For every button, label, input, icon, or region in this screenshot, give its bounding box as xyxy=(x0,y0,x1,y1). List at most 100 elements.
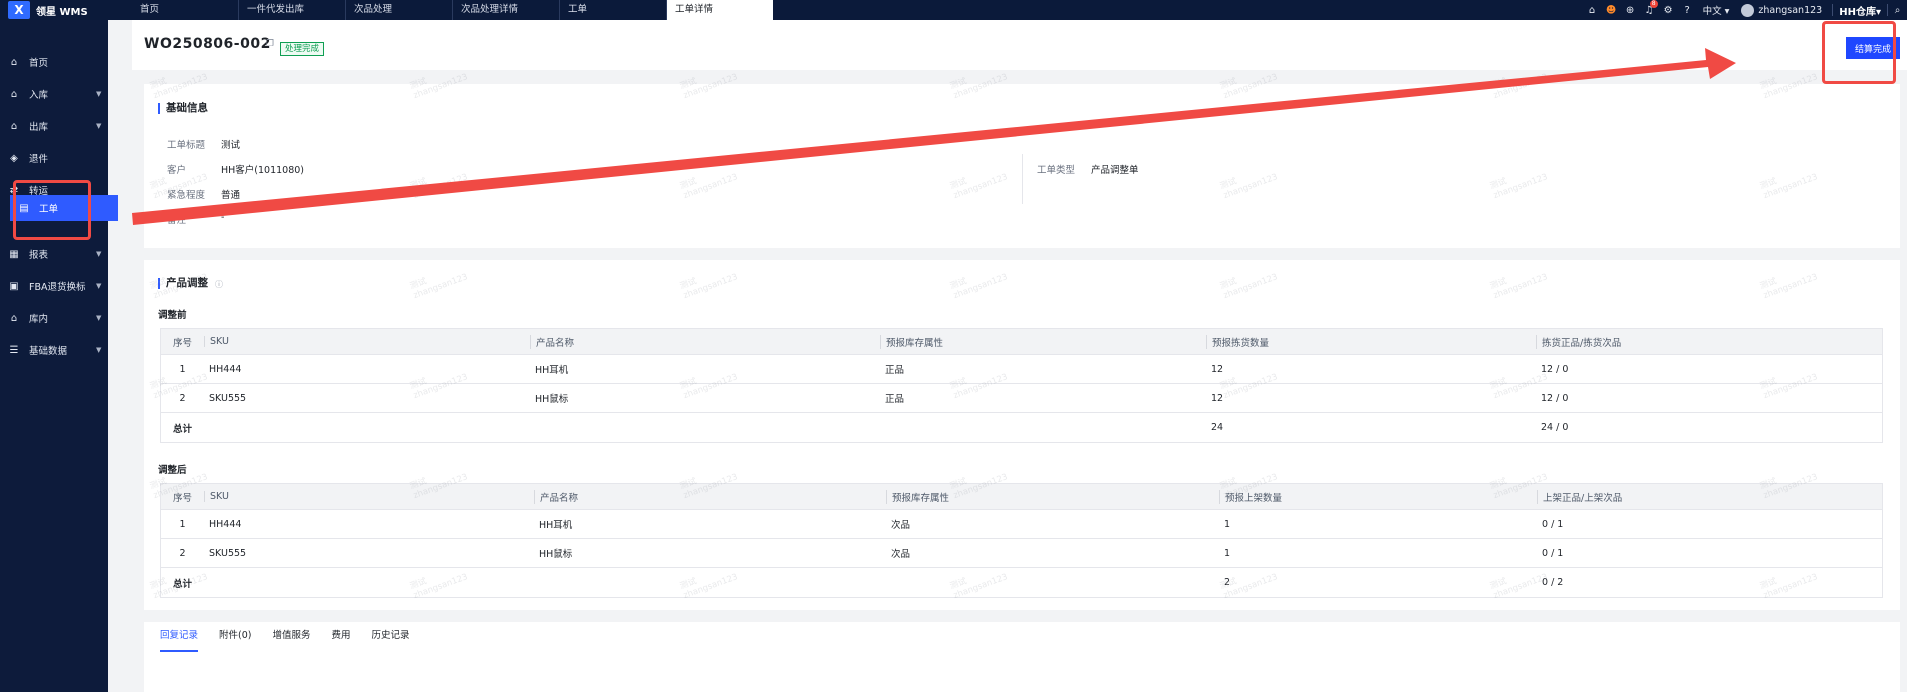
sidebar-item-label: 首页 xyxy=(29,58,49,69)
chevron-down-icon: ▼ xyxy=(96,122,102,130)
sidebar-item-label: 退件 xyxy=(29,154,49,165)
table-cell: 1 xyxy=(179,363,186,375)
tab-defect-detail[interactable]: 次品处理详情 xyxy=(453,0,560,20)
table-cell: SKU555 xyxy=(209,547,247,559)
sidebar-item-inbound[interactable]: ⌂ 入库 ▼ xyxy=(0,81,110,107)
sidebar-item-inventory[interactable]: ⌂ 库内 ▼ xyxy=(0,305,110,331)
tab-reply-records[interactable]: 回复记录 xyxy=(160,628,199,652)
table-cell: 1 xyxy=(1224,518,1231,530)
column-header: 上架正品/上架次品 xyxy=(1537,489,1877,504)
table-cell: 次品 xyxy=(891,549,911,560)
table-header: 序号 SKU 产品名称 预报库存属性 预报拣货数量 拣货正品/拣货次品 xyxy=(161,329,1882,355)
status-badge: 处理完成 xyxy=(280,42,325,56)
bell-icon[interactable]: ♫ 8 xyxy=(1640,0,1659,20)
table-cell: 2 xyxy=(1224,577,1231,588)
tab-defect-handling[interactable]: 次品处理 xyxy=(346,0,453,20)
app-name: 领星 WMS xyxy=(36,6,88,18)
inbound-icon: ⌂ xyxy=(10,88,18,100)
app-logo[interactable]: X 领星 WMS xyxy=(8,0,88,20)
table-cell: 24 / 0 xyxy=(1541,422,1569,433)
sidebar-item-returns[interactable]: ◈ 退件 xyxy=(0,145,110,171)
logo-icon: X xyxy=(8,1,30,19)
chevron-down-icon: ▼ xyxy=(96,314,102,322)
highlight-box-button xyxy=(1822,21,1896,84)
field-value: HH客户(1011080) xyxy=(221,165,305,176)
column-header: 预报拣货数量 xyxy=(1206,334,1536,349)
column-header: SKU xyxy=(204,491,534,502)
home-icon: ⌂ xyxy=(10,56,18,68)
field-label: 客户 xyxy=(167,165,187,176)
column-header: 序号 xyxy=(172,492,192,504)
table-cell: 12 / 0 xyxy=(1541,392,1569,404)
sub-title-after: 调整后 xyxy=(158,465,187,476)
column-header: 产品名称 xyxy=(530,334,880,349)
table-cell: 0 / 2 xyxy=(1542,577,1564,588)
sidebar-item-label: 基础数据 xyxy=(29,346,68,357)
language-select[interactable]: 中文 ▾ xyxy=(1697,3,1736,17)
tab-history[interactable]: 历史记录 xyxy=(372,628,410,652)
column-header: SKU xyxy=(204,336,530,347)
settings-icon[interactable]: ⚙ xyxy=(1659,0,1678,20)
sidebar-item-outbound[interactable]: ⌂ 出库 ▼ xyxy=(0,113,110,139)
warehouse-select[interactable]: HH仓库▾ xyxy=(1833,3,1887,18)
user-menu[interactable]: zhangsan123 xyxy=(1735,3,1832,17)
column-header: 拣货正品/拣货次品 xyxy=(1536,334,1876,349)
sidebar: ⌂ 首页 ⌂ 入库 ▼ ⌂ 出库 ▼ ◈ 退件 ⇄ 转运 ▤ 工单 ▦ 报表 ▼ ▣ FBA退货换标 ▼… xyxy=(0,20,118,692)
table-cell: 总计 xyxy=(172,578,192,590)
search-icon[interactable]: ⌕ xyxy=(1888,0,1907,20)
sidebar-item-reports[interactable]: ▦ 报表 ▼ xyxy=(0,241,110,267)
field-label: 紧急程度 xyxy=(167,190,206,201)
top-bar: X 领星 WMS 首页 一件代发出库 次品处理 次品处理详情 工单 工单详情 ⌂… xyxy=(0,0,1907,20)
notification-badge: 8 xyxy=(1649,0,1658,8)
download-icon[interactable]: ⊕ xyxy=(1621,0,1640,20)
sidebar-item-label: FBA退货换标 xyxy=(29,282,86,293)
table-cell: HH耳机 xyxy=(539,520,573,531)
before-table: 序号 SKU 产品名称 预报库存属性 预报拣货数量 拣货正品/拣货次品 1 HH… xyxy=(160,328,1883,443)
language-label: 中文 xyxy=(1702,6,1722,17)
table-cell: HH鼠标 xyxy=(539,549,573,560)
warehouse-icon: ⌂ xyxy=(10,312,18,324)
field-value: 普通 xyxy=(221,190,241,201)
chevron-down-icon: ▼ xyxy=(96,282,102,290)
table-cell: 1 xyxy=(179,518,186,530)
copy-icon[interactable]: ❐ xyxy=(266,39,274,49)
tab-workorder[interactable]: 工单 xyxy=(560,0,667,20)
tab-fees[interactable]: 费用 xyxy=(332,628,351,652)
sidebar-item-fba[interactable]: ▣ FBA退货换标 ▼ xyxy=(0,273,110,299)
table-cell: HH444 xyxy=(209,518,242,530)
tab-workorder-detail[interactable]: 工单详情 xyxy=(667,0,773,20)
report-icon: ▦ xyxy=(9,248,19,260)
table-cell: 12 xyxy=(1211,363,1224,375)
sidebar-item-label: 入库 xyxy=(29,90,49,101)
inbox-icon[interactable]: ⌂ xyxy=(1583,0,1602,20)
tab-dropship-outbound[interactable]: 一件代发出库 xyxy=(239,0,346,20)
sub-title-before: 调整前 xyxy=(158,310,187,321)
table-cell: 次品 xyxy=(891,520,911,531)
table-cell: 0 / 1 xyxy=(1542,547,1564,559)
basic-info-card: 基础信息 工单标题 测试 客户 HH客户(1011080) 紧急程度 普通 备注… xyxy=(144,84,1900,248)
sidebar-item-basedata[interactable]: ☰ 基础数据 ▼ xyxy=(0,337,110,363)
page-header: WO250806-002 ❐ 处理完成 xyxy=(132,20,1907,70)
field-label: 工单类型 xyxy=(1037,165,1076,176)
outbound-icon: ⌂ xyxy=(10,120,18,132)
field-label: 工单标题 xyxy=(167,140,206,151)
info-icon[interactable]: ⓘ xyxy=(215,279,223,290)
table-cell: 2 xyxy=(179,392,186,404)
robot-icon[interactable]: ☻ xyxy=(1602,0,1621,20)
tab-home[interactable]: 首页 xyxy=(132,0,239,20)
sidebar-item-home[interactable]: ⌂ 首页 xyxy=(0,49,110,75)
tab-attachments[interactable]: 附件(0) xyxy=(219,628,251,652)
tab-value-added[interactable]: 增值服务 xyxy=(272,628,310,652)
table-header: 序号 SKU 产品名称 预报库存属性 预报上架数量 上架正品/上架次品 xyxy=(161,484,1882,510)
help-icon[interactable]: ? xyxy=(1678,0,1697,20)
column-header: 产品名称 xyxy=(534,489,886,504)
chevron-down-icon: ▼ xyxy=(96,90,102,98)
table-total-row: 总计 24 24 / 0 xyxy=(161,413,1882,442)
toolbar: ⌂ ☻ ⊕ ♫ 8 ⚙ ? 中文 ▾ zhangsan123 HH仓库▾ ⌕ xyxy=(1583,0,1907,20)
section-title: 基础信息 xyxy=(158,103,208,114)
page-title: WO250806-002 xyxy=(144,36,271,52)
table-cell: 12 xyxy=(1211,392,1224,404)
table-cell: SKU555 xyxy=(209,392,247,404)
table-cell: 0 / 1 xyxy=(1542,518,1564,530)
field-label: 备注 xyxy=(167,215,187,226)
